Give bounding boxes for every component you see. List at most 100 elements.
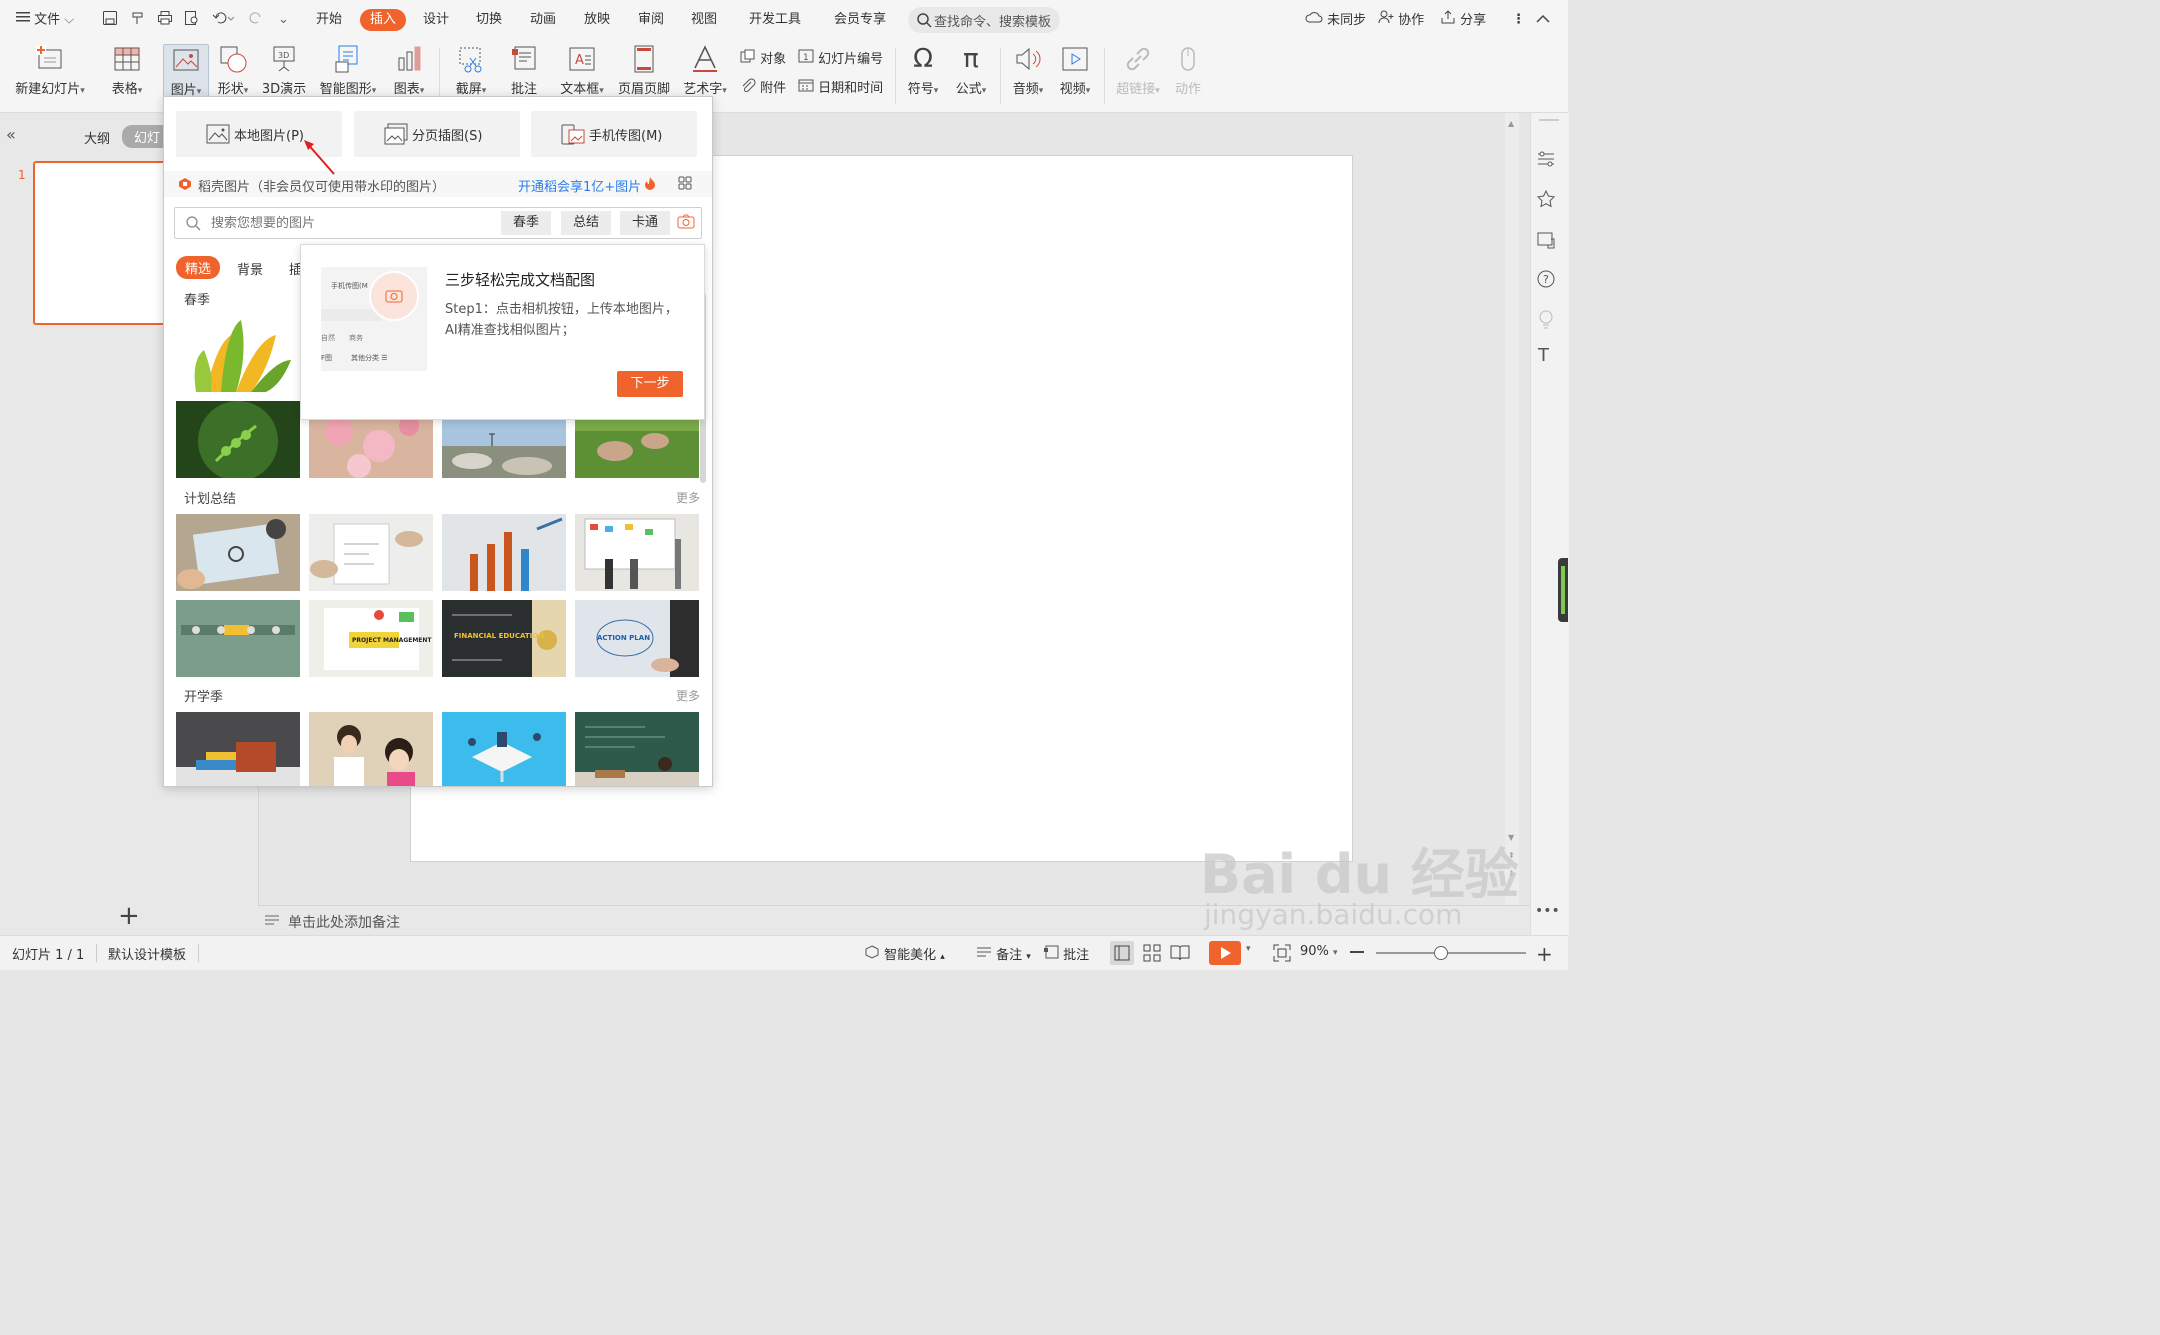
- play-slideshow-button[interactable]: [1209, 941, 1241, 965]
- thumb-green-fern[interactable]: [176, 401, 300, 478]
- thumb-whiteboard-team[interactable]: [575, 514, 699, 591]
- comments-toggle-button[interactable]: 批注: [1043, 944, 1089, 963]
- keyword-chip-spring[interactable]: 春季: [501, 211, 552, 235]
- collaborate-button[interactable]: 协作: [1378, 10, 1424, 30]
- shape-button[interactable]: 形状▾: [212, 44, 254, 97]
- thumb-financial-education[interactable]: FINANCIAL EDUCATION: [442, 600, 566, 677]
- zoom-out-button[interactable]: [1350, 951, 1364, 953]
- collapse-panel-icon[interactable]: «: [6, 125, 16, 144]
- reading-view-button[interactable]: [1168, 941, 1192, 969]
- header-footer-button[interactable]: 页眉页脚: [616, 44, 672, 97]
- share-button[interactable]: 分享: [1440, 10, 1486, 30]
- 3d-button[interactable]: 3D 3D演示: [260, 44, 308, 97]
- camera-icon[interactable]: [677, 213, 695, 233]
- thumb-isometric-learning[interactable]: [442, 712, 566, 786]
- thumb-chalkboard[interactable]: [575, 712, 699, 786]
- side-tab-handle[interactable]: [1558, 558, 1568, 622]
- thumb-map-planning[interactable]: [176, 514, 300, 591]
- add-slide-button[interactable]: +: [118, 901, 140, 931]
- sync-status[interactable]: 未同步: [1305, 10, 1366, 30]
- more-icon[interactable]: •••: [1535, 903, 1560, 919]
- thumb-spring-leaves[interactable]: [176, 315, 300, 392]
- new-slide-button[interactable]: 新建幻灯片▾: [10, 44, 90, 97]
- filter-tab-background[interactable]: 背景: [237, 259, 263, 278]
- tab-review[interactable]: 审阅: [638, 10, 664, 30]
- tab-home[interactable]: 开始: [316, 10, 342, 30]
- vertical-scrollbar[interactable]: ▲ ▼ ⇞ ⇟: [1505, 113, 1519, 905]
- more-options-icon[interactable]: ⋮: [1512, 10, 1525, 30]
- datetime-button[interactable]: 日期和时间: [798, 77, 883, 96]
- undo-icon[interactable]: [212, 10, 235, 30]
- format-painter-icon[interactable]: [130, 10, 146, 30]
- properties-icon[interactable]: [1536, 149, 1556, 173]
- slide-number-button[interactable]: 1 幻灯片编号: [798, 48, 883, 67]
- file-menu[interactable]: 文件 ⌵: [16, 10, 74, 30]
- quick-access-more-icon[interactable]: ⌄: [278, 10, 289, 30]
- thumb-bar-chart-3d[interactable]: [442, 514, 566, 591]
- thumb-sketch-desk[interactable]: [309, 514, 433, 591]
- guide-next-button[interactable]: 下一步: [617, 371, 683, 397]
- print-icon[interactable]: [157, 10, 173, 30]
- slide-sorter-button[interactable]: [1140, 941, 1164, 969]
- tab-transition[interactable]: 切换: [476, 10, 502, 30]
- symbol-button[interactable]: Ω 符号▾: [903, 44, 943, 97]
- table-button[interactable]: 表格▾: [106, 44, 148, 97]
- audio-button[interactable]: 音频▾: [1008, 44, 1048, 97]
- scroll-up-icon[interactable]: ▲: [1508, 119, 1514, 128]
- page-insert-button[interactable]: 分页插图(S): [354, 111, 520, 157]
- more-link-plan-summary[interactable]: 更多: [676, 489, 700, 506]
- normal-view-button[interactable]: [1110, 941, 1134, 965]
- zoom-level[interactable]: 90% ▾: [1300, 944, 1338, 959]
- thumb-school-supplies[interactable]: [176, 712, 300, 786]
- print-preview-icon[interactable]: [184, 10, 200, 30]
- formula-button[interactable]: π 公式▾: [951, 44, 991, 97]
- video-button[interactable]: 视频▾: [1055, 44, 1095, 97]
- help-icon[interactable]: ?: [1536, 269, 1556, 293]
- thumb-teacher-child[interactable]: [309, 712, 433, 786]
- notes-toggle-button[interactable]: 备注 ▾: [976, 944, 1031, 963]
- wordart-button[interactable]: 艺术字▾: [680, 44, 730, 97]
- attachment-button[interactable]: 附件: [740, 77, 786, 96]
- slideshow-options-icon[interactable]: ▾: [1246, 944, 1251, 954]
- picture-search-input[interactable]: [209, 212, 493, 234]
- hyperlink-button[interactable]: 超链接▾: [1112, 44, 1164, 97]
- smart-beautify-button[interactable]: 智能美化 ▴: [864, 944, 945, 963]
- lightbulb-icon[interactable]: [1536, 309, 1556, 333]
- tab-member[interactable]: 会员专享: [834, 10, 886, 30]
- filter-tab-featured[interactable]: 精选: [176, 256, 221, 279]
- textbox-button[interactable]: A 文本框▾: [556, 44, 608, 97]
- tab-developer[interactable]: 开发工具: [749, 10, 801, 30]
- tab-insert[interactable]: 插入: [360, 9, 407, 31]
- picture-button[interactable]: 图片▾: [163, 44, 209, 98]
- thumb-action-plan[interactable]: ACTION PLAN: [575, 600, 699, 677]
- comment-button[interactable]: 批注: [507, 44, 541, 97]
- tab-design[interactable]: 设计: [423, 10, 449, 30]
- tab-view[interactable]: 视图: [691, 10, 717, 30]
- zoom-slider[interactable]: [1376, 946, 1526, 960]
- transform-icon[interactable]: [1536, 229, 1556, 253]
- grid-apps-icon[interactable]: [678, 176, 692, 194]
- phone-transfer-button[interactable]: 手机传图(M): [531, 111, 697, 157]
- thumb-project-management[interactable]: PROJECT MANAGEMENT: [309, 600, 433, 677]
- keyword-chip-cartoon[interactable]: 卡通: [620, 211, 671, 235]
- picture-search-field[interactable]: 春季 总结 卡通: [174, 207, 702, 239]
- keyword-chip-summary[interactable]: 总结: [561, 211, 612, 235]
- more-link-school-season[interactable]: 更多: [676, 687, 700, 704]
- collapse-ribbon-icon[interactable]: [1536, 10, 1550, 30]
- template-name[interactable]: 默认设计模板: [108, 944, 186, 963]
- action-button[interactable]: 动作: [1170, 44, 1206, 97]
- tab-animation[interactable]: 动画: [530, 10, 556, 30]
- redo-icon[interactable]: [248, 10, 264, 30]
- smartart-button[interactable]: 智能图形▾: [316, 44, 380, 97]
- command-search-box[interactable]: 查找命令、搜索模板: [908, 7, 1060, 33]
- chart-button[interactable]: 图表▾: [389, 44, 429, 97]
- object-button[interactable]: 对象: [740, 48, 786, 67]
- screenshot-button[interactable]: 截屏▾: [451, 44, 491, 97]
- zoom-slider-thumb[interactable]: [1434, 946, 1448, 960]
- text-format-icon[interactable]: T: [1538, 345, 1549, 366]
- tab-slideshow[interactable]: 放映: [584, 10, 610, 30]
- save-icon[interactable]: [102, 10, 118, 30]
- zoom-in-button[interactable]: +: [1536, 942, 1553, 966]
- thumb-timeline-slide[interactable]: [176, 600, 300, 677]
- member-promo-link[interactable]: 开通稻会享1亿+图片: [518, 176, 641, 195]
